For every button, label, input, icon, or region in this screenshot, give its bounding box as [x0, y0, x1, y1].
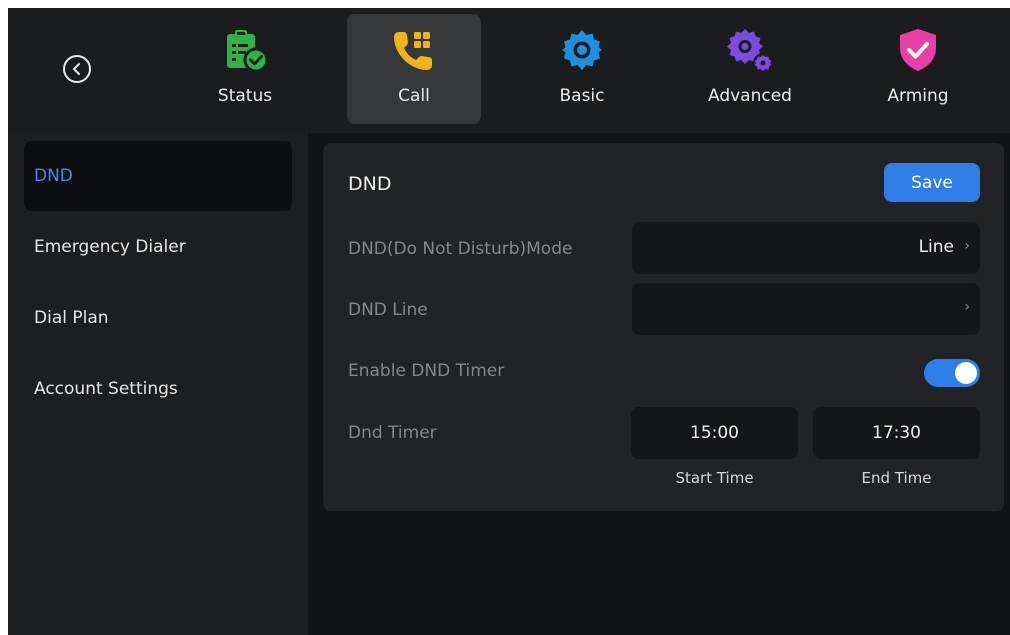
tab-advanced[interactable]: Advanced	[683, 14, 817, 124]
start-time-input[interactable]: 15:00	[631, 407, 798, 459]
tab-status-label: Status	[217, 86, 273, 106]
tab-call[interactable]: Call	[347, 14, 481, 124]
enable-dnd-timer-label: Enable DND Timer	[348, 361, 505, 381]
sidebar-item-dnd[interactable]: DND	[24, 141, 292, 211]
dnd-timer-label: Dnd Timer	[348, 423, 437, 443]
sidebar-item-dial-plan[interactable]: Dial Plan	[24, 283, 292, 353]
dnd-line-select[interactable]: ›	[632, 283, 980, 335]
dnd-line-label: DND Line	[348, 300, 428, 320]
top-nav-bar: Status Call Basic Advanced Arming	[8, 8, 1010, 133]
tab-arming[interactable]: Arming	[851, 14, 985, 124]
dnd-settings-panel: DND Save DND(Do Not Disturb)Mode Line › …	[323, 143, 1004, 511]
chevron-right-icon: ›	[964, 299, 970, 315]
toggle-knob	[955, 362, 977, 384]
sidebar-item-account-settings[interactable]: Account Settings	[24, 354, 292, 424]
sidebar-item-label: Account Settings	[34, 379, 178, 399]
gear-icon	[556, 24, 608, 76]
sidebar-item-label: Dial Plan	[34, 308, 109, 328]
chevron-left-icon	[73, 63, 80, 75]
tab-arming-label: Arming	[887, 86, 949, 106]
back-button[interactable]	[63, 55, 91, 83]
tab-basic[interactable]: Basic	[515, 14, 649, 124]
tab-status[interactable]: Status	[178, 14, 312, 124]
enable-dnd-timer-toggle[interactable]	[924, 359, 980, 387]
status-clipboard-check-icon	[219, 24, 271, 76]
chevron-right-icon: ›	[964, 238, 970, 254]
sidebar-item-label: DND	[34, 166, 73, 186]
start-time-caption: Start Time	[675, 469, 754, 487]
end-time-input[interactable]: 17:30	[813, 407, 980, 459]
advanced-gears-icon	[724, 24, 776, 76]
shield-check-icon	[892, 24, 944, 76]
sidebar-item-label: Emergency Dialer	[34, 237, 186, 257]
dnd-mode-value: Line	[918, 237, 954, 257]
app-frame: Status Call Basic Advanced Arming DND Em…	[8, 8, 1010, 635]
end-time-caption: End Time	[861, 469, 932, 487]
sidebar-item-emergency-dialer[interactable]: Emergency Dialer	[24, 212, 292, 282]
tab-basic-label: Basic	[559, 86, 605, 106]
dnd-mode-select[interactable]: Line ›	[632, 222, 980, 274]
tab-call-label: Call	[398, 86, 430, 106]
save-button[interactable]: Save	[884, 163, 980, 202]
page-title: DND	[348, 173, 392, 195]
sidebar: DND Emergency Dialer Dial Plan Account S…	[8, 133, 308, 635]
phone-keypad-icon	[388, 24, 440, 76]
tab-advanced-label: Advanced	[708, 86, 792, 106]
dnd-mode-label: DND(Do Not Disturb)Mode	[348, 239, 573, 259]
